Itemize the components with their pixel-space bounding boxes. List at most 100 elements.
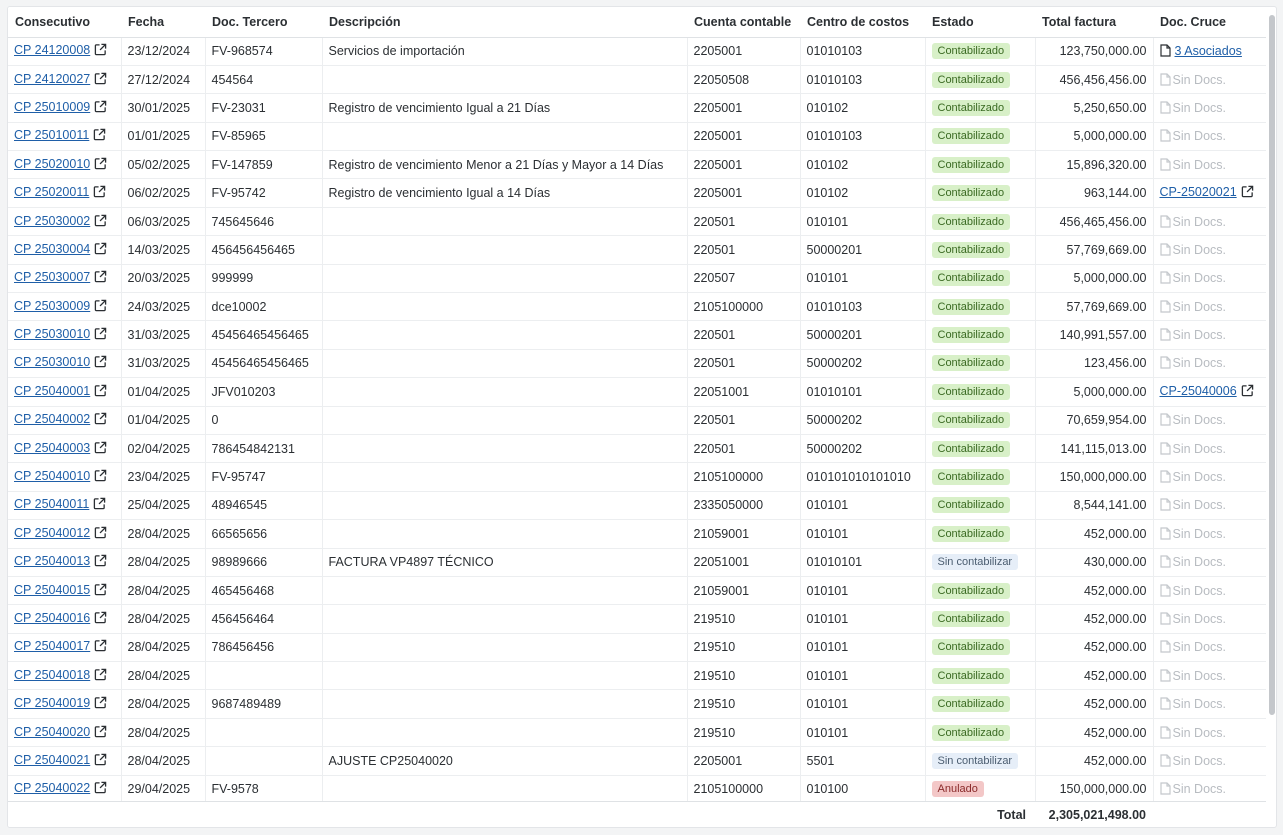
table-row[interactable]: CP 25040019 28/04/2025 9687489489 219510 010… bbox=[8, 689, 1266, 719]
external-link-icon[interactable] bbox=[94, 214, 107, 230]
column-header[interactable]: Consecutivo bbox=[8, 7, 121, 38]
external-link-icon[interactable] bbox=[94, 299, 107, 315]
table-row[interactable]: CP 25030010 31/03/2025 45456465456465 22050… bbox=[8, 320, 1266, 350]
table-row[interactable]: CP 24120008 23/12/2024 FV-968574 Servicios … bbox=[8, 37, 1266, 66]
table-row[interactable]: CP 25040016 28/04/2025 456456464 219510 0101… bbox=[8, 604, 1266, 634]
table-row[interactable]: CP 25040002 01/04/2025 0 220501 50000202 Cont… bbox=[8, 406, 1266, 435]
consecutivo-link[interactable]: CP 25040020 bbox=[14, 725, 90, 739]
column-header[interactable]: Descripción bbox=[322, 7, 687, 38]
table-row[interactable]: CP 25040010 23/04/2025 FV-95747 2105100000 0… bbox=[8, 462, 1266, 492]
column-header[interactable]: Estado bbox=[925, 7, 1035, 38]
consecutivo-link[interactable]: CP 25040010 bbox=[14, 469, 90, 483]
external-link-icon[interactable] bbox=[93, 185, 106, 201]
external-link-icon[interactable] bbox=[1241, 384, 1254, 400]
consecutivo-link[interactable]: CP 25040019 bbox=[14, 696, 90, 710]
external-link-icon[interactable] bbox=[94, 441, 107, 457]
external-link-icon[interactable] bbox=[94, 355, 107, 371]
consecutivo-link[interactable]: CP 25040017 bbox=[14, 639, 90, 653]
consecutivo-link[interactable]: CP 25040018 bbox=[14, 668, 90, 682]
table-row[interactable]: CP 25040001 01/04/2025 JFV010203 22051001 01… bbox=[8, 377, 1266, 407]
table-row[interactable]: CP 25040015 28/04/2025 465456468 21059001 01… bbox=[8, 576, 1266, 606]
consecutivo-link[interactable]: CP 25040003 bbox=[14, 441, 90, 455]
external-link-icon[interactable] bbox=[94, 781, 107, 797]
external-link-icon[interactable] bbox=[94, 384, 107, 400]
external-link-icon[interactable] bbox=[94, 696, 107, 712]
consecutivo-link[interactable]: CP 24120008 bbox=[14, 43, 90, 57]
table-row[interactable]: CP 25040022 29/04/2025 FV-9578 2105100000 01… bbox=[8, 775, 1266, 805]
consecutivo-link[interactable]: CP 25010009 bbox=[14, 100, 90, 114]
table-row[interactable]: CP 25020011 06/02/2025 FV-95742 Registro de… bbox=[8, 178, 1266, 208]
table-row[interactable]: CP 25010011 01/01/2025 FV-85965 2205001 0101… bbox=[8, 122, 1266, 152]
external-link-icon[interactable] bbox=[93, 128, 106, 144]
cruce-link[interactable]: CP-25040006 bbox=[1160, 384, 1237, 398]
table-row[interactable]: CP 25040018 28/04/2025 219510 010101 Contabi… bbox=[8, 661, 1266, 691]
table-row[interactable]: CP 25030002 06/03/2025 745645646 220501 0101… bbox=[8, 207, 1266, 237]
external-link-icon[interactable] bbox=[94, 327, 107, 343]
consecutivo-link[interactable]: CP 25030010 bbox=[14, 355, 90, 369]
external-link-icon[interactable] bbox=[94, 100, 107, 116]
centro-costos-cell: 50000201 bbox=[800, 235, 926, 265]
associated-docs-link[interactable]: 3 Asociados bbox=[1159, 44, 1242, 58]
document-icon bbox=[1159, 214, 1173, 229]
consecutivo-link[interactable]: CP 25040016 bbox=[14, 611, 90, 625]
table-row[interactable]: CP 25030009 24/03/2025 dce10002 2105100000 0… bbox=[8, 292, 1266, 322]
consecutivo-link[interactable]: CP 25040001 bbox=[14, 384, 90, 398]
table-row[interactable]: CP 25040003 02/04/2025 786454842131 220501 5… bbox=[8, 434, 1266, 464]
column-header[interactable]: Centro de costos bbox=[800, 7, 925, 38]
consecutivo-link[interactable]: CP 25040011 bbox=[14, 497, 89, 511]
vertical-scrollbar[interactable] bbox=[1269, 15, 1275, 715]
column-header[interactable]: Doc. Tercero bbox=[205, 7, 322, 38]
consecutivo-link[interactable]: CP 25030010 bbox=[14, 327, 90, 341]
consecutivo-link[interactable]: CP 25030002 bbox=[14, 214, 90, 228]
column-header[interactable]: Fecha bbox=[121, 7, 205, 38]
external-link-icon[interactable] bbox=[1241, 185, 1254, 201]
consecutivo-link[interactable]: CP 25040002 bbox=[14, 412, 90, 426]
table-row[interactable]: CP 25030007 20/03/2025 999999 220507 010101 C… bbox=[8, 264, 1266, 294]
consecutivo-link[interactable]: CP 25030004 bbox=[14, 242, 90, 256]
consecutivo-link[interactable]: CP 25040022 bbox=[14, 781, 90, 795]
external-link-icon[interactable] bbox=[94, 753, 107, 769]
consecutivo-link[interactable]: CP 25040012 bbox=[14, 526, 90, 540]
external-link-icon[interactable] bbox=[94, 554, 107, 570]
external-link-icon[interactable] bbox=[94, 412, 107, 428]
consecutivo-link[interactable]: CP 25030009 bbox=[14, 299, 90, 313]
table-row[interactable]: CP 25010009 30/01/2025 FV-23031 Registro de… bbox=[8, 93, 1266, 123]
external-link-icon[interactable] bbox=[94, 639, 107, 655]
external-link-icon[interactable] bbox=[94, 469, 107, 485]
external-link-icon[interactable] bbox=[94, 157, 107, 173]
table-row[interactable]: CP 25040012 28/04/2025 66565656 21059001 010… bbox=[8, 519, 1266, 549]
table-row[interactable]: CP 25040017 28/04/2025 786456456 219510 0101… bbox=[8, 633, 1266, 663]
external-link-icon[interactable] bbox=[94, 668, 107, 684]
table-row[interactable]: CP 25040011 25/04/2025 48946545 2335050000 0… bbox=[8, 491, 1266, 521]
consecutivo-link[interactable]: CP 25040015 bbox=[14, 583, 90, 597]
external-link-icon[interactable] bbox=[94, 242, 107, 258]
consecutivo-link[interactable]: CP 25040013 bbox=[14, 554, 90, 568]
table-row[interactable]: CP 25040013 28/04/2025 98989666 FACTURA VP4… bbox=[8, 548, 1266, 577]
external-link-icon[interactable] bbox=[94, 583, 107, 599]
consecutivo-link[interactable]: CP 25040021 bbox=[14, 753, 90, 767]
consecutivo-link[interactable]: CP 25030007 bbox=[14, 270, 90, 284]
invoice-table-panel: Consecutivo Fecha Doc. Tercero Descripción C… bbox=[7, 6, 1277, 828]
consecutivo-link[interactable]: CP 25010011 bbox=[14, 128, 89, 142]
table-row[interactable]: CP 25040020 28/04/2025 219510 010101 Contabi… bbox=[8, 718, 1266, 748]
column-header[interactable]: Cuenta contable bbox=[687, 7, 800, 38]
external-link-icon[interactable] bbox=[94, 270, 107, 286]
table-row[interactable]: CP 25030010 31/03/2025 45456465456465 22050… bbox=[8, 349, 1266, 379]
column-header[interactable]: Total factura bbox=[1035, 7, 1153, 38]
external-link-icon[interactable] bbox=[94, 611, 107, 627]
table-row[interactable]: CP 25030004 14/03/2025 456456456465 220501 5… bbox=[8, 235, 1266, 265]
table-row[interactable]: CP 24120027 27/12/2024 454564 22050508 01010… bbox=[8, 65, 1266, 95]
consecutivo-link[interactable]: CP 25020010 bbox=[14, 157, 90, 171]
column-header[interactable]: Doc. Cruce bbox=[1153, 7, 1266, 38]
consecutivo-link[interactable]: CP 24120027 bbox=[14, 72, 90, 86]
external-link-icon[interactable] bbox=[94, 526, 107, 542]
table-row[interactable]: CP 25040021 28/04/2025 AJUSTE CP25040020 22… bbox=[8, 746, 1266, 776]
external-link-icon[interactable] bbox=[93, 497, 106, 513]
external-link-icon[interactable] bbox=[94, 72, 107, 88]
cruce-link[interactable]: CP-25020021 bbox=[1160, 185, 1237, 199]
consecutivo-link[interactable]: CP 25020011 bbox=[14, 185, 89, 199]
external-link-icon[interactable] bbox=[94, 725, 107, 741]
table-header: Consecutivo Fecha Doc. Tercero Descripción C… bbox=[8, 7, 1266, 38]
table-row[interactable]: CP 25020010 05/02/2025 FV-147859 Registro d… bbox=[8, 150, 1266, 180]
external-link-icon[interactable] bbox=[94, 43, 107, 59]
